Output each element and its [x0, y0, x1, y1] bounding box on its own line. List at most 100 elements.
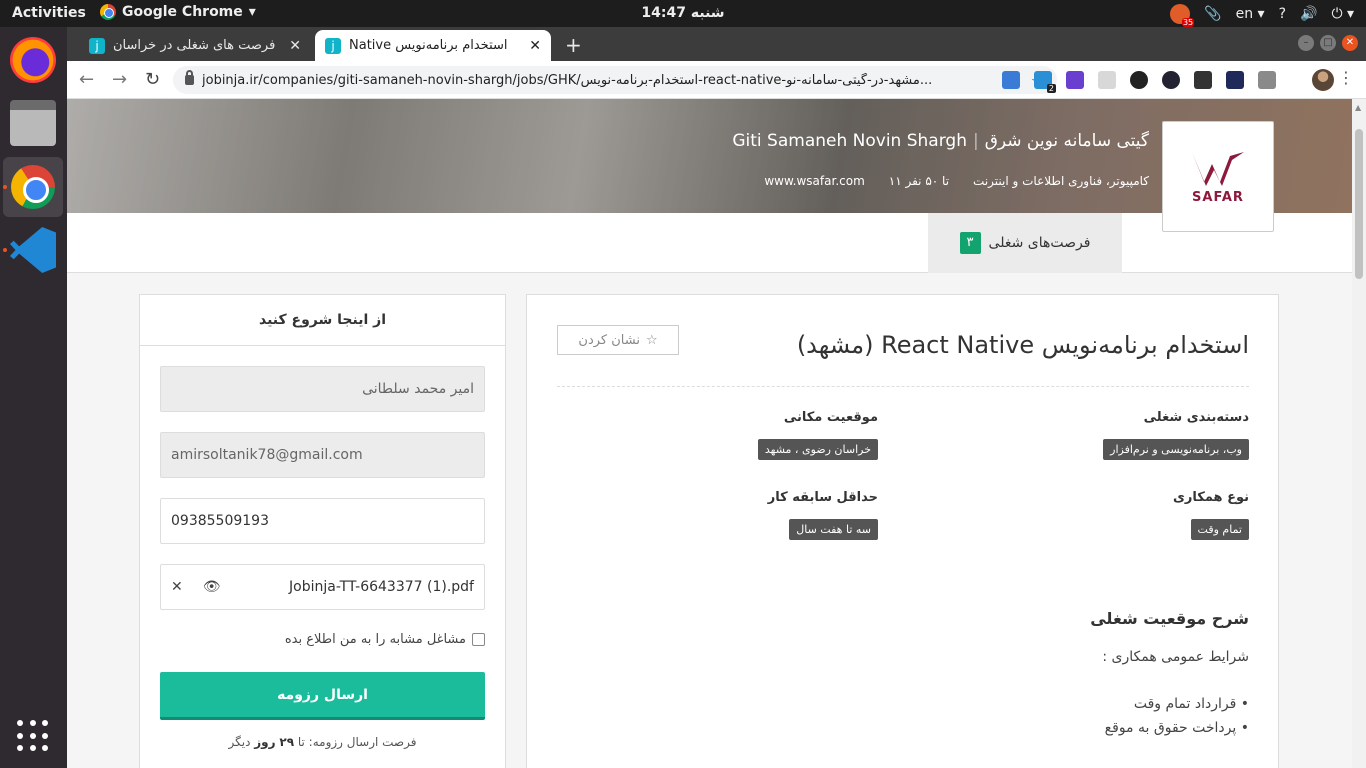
eye-icon[interactable]: 👁: [203, 579, 221, 595]
description-intro: شرایط عمومی همکاری :: [1102, 649, 1249, 665]
back-icon[interactable]: ←: [79, 69, 94, 90]
paperclip-icon[interactable]: 📎: [1204, 6, 1221, 22]
category-tag[interactable]: وب، برنامه‌نویسی و نرم‌افزار: [1103, 439, 1249, 460]
reload-icon[interactable]: ↻: [145, 69, 160, 90]
location-label: موقعیت مکانی: [783, 410, 878, 425]
experience-tag: سه تا هفت سال: [789, 519, 878, 540]
minimize-icon[interactable]: –: [1298, 35, 1314, 51]
notify-similar-jobs[interactable]: مشاغل مشابه را به من اطلاع بده: [285, 632, 485, 647]
show-applications-icon[interactable]: [17, 720, 49, 752]
url-text[interactable]: jobinja.ir/companies/giti-samaneh-novin-…: [202, 73, 1023, 88]
tab-title: فرصت های شغلی در خراسان: [113, 38, 276, 53]
close-window-icon[interactable]: ✕: [1342, 35, 1358, 51]
employment-type-label: نوع همکاری: [1172, 490, 1249, 505]
notification-app-icon[interactable]: 35: [1170, 4, 1195, 27]
extension-grid-icon[interactable]: [1098, 71, 1116, 89]
close-icon[interactable]: ✕: [529, 38, 541, 54]
profile-avatar[interactable]: [1312, 69, 1334, 91]
extension-hex-icon[interactable]: [1066, 71, 1084, 89]
file-name: Jobinja-TT-6643377 (1).pdf: [289, 579, 474, 595]
extensions-row: 2: [1002, 71, 1276, 93]
divider: [557, 386, 1249, 387]
company-industry: کامپیوتر، فناوری اطلاعات و اینترنت: [973, 174, 1149, 188]
checkbox[interactable]: [472, 633, 485, 646]
chrome-dock-icon[interactable]: [3, 157, 63, 217]
employment-type-tag: تمام وقت: [1190, 519, 1249, 540]
extension-cube-icon[interactable]: [1258, 71, 1276, 89]
job-title: استخدام برنامه‌نویس React Native (مشهد): [796, 331, 1249, 359]
experience-label: حداقل سابقه کار: [767, 490, 878, 505]
list-item: • پرداخت حقوق به موقع: [1104, 720, 1249, 736]
forward-icon[interactable]: →: [112, 69, 127, 90]
extension-link-icon[interactable]: [1130, 71, 1148, 89]
extension-block-icon[interactable]: [1162, 71, 1180, 89]
tab-label: فرصت‌های شغلی: [988, 235, 1091, 251]
apply-header: از اینجا شروع کنید: [140, 295, 505, 346]
extension-download-icon[interactable]: [1002, 71, 1020, 89]
list-item: • قرارداد تمام وقت: [1133, 696, 1249, 712]
bookmark-label: نشان کردن: [578, 332, 640, 348]
power-icon[interactable]: ⏻ ▾: [1331, 6, 1354, 22]
email-field[interactable]: amirsoltanik78@gmail.com: [160, 432, 485, 478]
tray-badge-count: 35: [1181, 18, 1195, 27]
category-label: دسته‌بندی شغلی: [1143, 410, 1249, 425]
logo-text: SAFAR: [1192, 190, 1244, 205]
company-meta: www.wsafar.com ۱۱ تا ۵۰ نفر کامپیوتر، فن…: [764, 174, 1149, 188]
extension-badge-count: 2: [1046, 84, 1056, 93]
safar-logo-icon: [1190, 148, 1246, 188]
company-logo[interactable]: SAFAR: [1162, 121, 1274, 232]
company-size: ۱۱ تا ۵۰ نفر: [888, 174, 950, 188]
company-website[interactable]: www.wsafar.com: [764, 174, 864, 188]
clock[interactable]: شنبه 14:47: [0, 5, 1366, 21]
company-banner: [67, 99, 1352, 213]
tab-jobs-khorasan[interactable]: j فرصت های شغلی در خراسان ✕: [79, 30, 311, 61]
close-icon[interactable]: ✕: [289, 38, 301, 54]
jobinja-favicon: j: [325, 37, 341, 54]
remove-file-icon[interactable]: ✕: [171, 579, 183, 595]
job-details-card: استخدام برنامه‌نویس React Native (مشهد) …: [526, 294, 1279, 768]
send-resume-button[interactable]: ارسال رزومه: [160, 672, 485, 720]
running-indicator: [3, 248, 7, 252]
new-tab-icon[interactable]: +: [565, 33, 582, 57]
scroll-up-icon[interactable]: ▲: [1355, 103, 1361, 112]
chrome-icon: [11, 165, 55, 209]
language-indicator[interactable]: en ▾: [1236, 6, 1265, 22]
page-scrollbar[interactable]: ▲: [1352, 99, 1366, 768]
files-icon[interactable]: [10, 100, 56, 146]
checkbox-label: مشاغل مشابه را به من اطلاع بده: [284, 632, 466, 647]
running-indicator: [3, 185, 7, 189]
lock-icon[interactable]: [185, 70, 194, 85]
volume-icon[interactable]: 🔊: [1300, 6, 1317, 22]
system-tray: 35 📎 en ▾ ? 🔊 ⏻ ▾: [1170, 4, 1354, 27]
bookmark-button[interactable]: ☆ نشان کردن: [557, 325, 679, 355]
tab-react-native-job[interactable]: j استخدام برنامه‌نویس Native ✕: [315, 30, 551, 61]
company-tabs: فرصت‌های شغلی ۳: [67, 213, 1352, 273]
help-icon[interactable]: ?: [1279, 6, 1286, 22]
maximize-icon[interactable]: □: [1320, 35, 1336, 51]
location-tag[interactable]: خراسان رضوی ، مشهد: [757, 439, 878, 460]
vscode-icon[interactable]: [10, 227, 56, 273]
name-field[interactable]: امیر محمد سلطانی: [160, 366, 485, 412]
kebab-menu-icon[interactable]: ⋮: [1338, 68, 1354, 87]
apply-card: از اینجا شروع کنید امیر محمد سلطانی amir…: [139, 294, 506, 768]
extension-badge-icon[interactable]: 2: [1034, 71, 1056, 93]
scrollbar-thumb[interactable]: [1355, 129, 1363, 279]
resume-file-field: ✕ 👁 Jobinja-TT-6643377 (1).pdf: [160, 564, 485, 610]
extension-chart-icon[interactable]: [1226, 71, 1244, 89]
browser-toolbar: ← → ↻ jobinja.ir/companies/giti-samaneh-…: [67, 61, 1366, 99]
firefox-icon[interactable]: [10, 37, 56, 83]
dock: [0, 27, 67, 768]
extension-shield-icon[interactable]: [1194, 71, 1212, 89]
address-bar[interactable]: jobinja.ir/companies/giti-samaneh-novin-…: [173, 66, 1057, 94]
description-title: شرح موقعیت شغلی: [1090, 609, 1249, 628]
deadline-text: فرصت ارسال رزومه: تا ۲۹ روز دیگر: [228, 735, 417, 749]
window-controls: – □ ✕: [1298, 35, 1358, 51]
star-icon: ☆: [645, 332, 658, 348]
tab-job-opportunities[interactable]: فرصت‌های شغلی ۳: [928, 213, 1122, 273]
jobinja-favicon: j: [89, 37, 105, 54]
phone-field[interactable]: 09385509193: [160, 498, 485, 544]
page-viewport: Giti Samaneh Novin Shargh | گیتی سامانه نو…: [67, 99, 1352, 768]
jobs-count-badge: ۳: [959, 232, 981, 254]
tab-title: استخدام برنامه‌نویس Native: [349, 38, 508, 53]
company-name[interactable]: Giti Samaneh Novin Shargh | گیتی سامانه نو…: [732, 131, 1149, 151]
